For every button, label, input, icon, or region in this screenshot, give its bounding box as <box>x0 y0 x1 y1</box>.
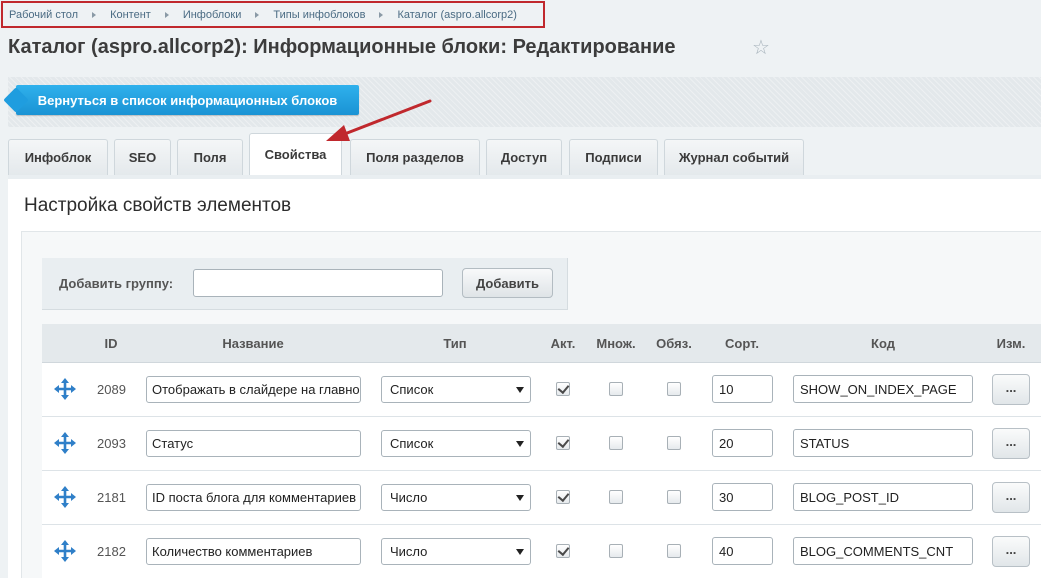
code-input[interactable]: STATUS <box>793 429 973 457</box>
drag-handle-icon[interactable] <box>53 485 77 509</box>
breadcrumb-item-infoblocks[interactable]: Инфоблоки <box>183 9 242 21</box>
add-group-button[interactable]: Добавить <box>462 268 553 298</box>
cell-id: 2089 <box>97 382 126 397</box>
tab-captions[interactable]: Подписи <box>569 139 658 175</box>
edit-property-button[interactable]: ... <box>992 536 1030 567</box>
sort-input[interactable]: 20 <box>712 429 773 457</box>
cell-id: 2181 <box>97 490 126 505</box>
header-id: ID <box>104 336 118 351</box>
required-checkbox[interactable] <box>667 490 681 504</box>
drag-handle-icon[interactable] <box>53 539 77 563</box>
breadcrumb-item-infoblock-types[interactable]: Типы инфоблоков <box>273 9 365 21</box>
property-type-value: Число <box>390 544 428 559</box>
table-header: ID Название Тип Акт. Множ. Обяз. Сорт. К… <box>42 324 1041 363</box>
edit-property-button[interactable]: ... <box>992 428 1030 459</box>
tab-seo[interactable]: SEO <box>114 139 171 175</box>
tab-bar: Инфоблок SEO Поля Свойства Поля разделов… <box>8 133 1041 180</box>
multiple-checkbox[interactable] <box>609 382 623 396</box>
sort-input[interactable]: 30 <box>712 483 773 511</box>
required-checkbox[interactable] <box>667 382 681 396</box>
multiple-checkbox[interactable] <box>609 544 623 558</box>
property-type-select[interactable]: Список <box>381 430 531 457</box>
annotation-arrow-icon <box>326 99 432 141</box>
multiple-checkbox[interactable] <box>609 436 623 450</box>
header-code: Код <box>871 336 895 351</box>
table-row: 2093 Статус Список 20 STATUS... <box>42 417 1041 471</box>
drag-handle-icon[interactable] <box>53 377 77 401</box>
chevron-down-icon <box>516 387 524 393</box>
header-name: Название <box>222 336 284 351</box>
sort-input[interactable]: 10 <box>712 375 773 403</box>
cell-id: 2093 <box>97 436 126 451</box>
breadcrumb-separator-icon <box>92 11 97 18</box>
tab-fields[interactable]: Поля <box>177 139 243 175</box>
tab-access[interactable]: Доступ <box>486 139 562 175</box>
breadcrumb-separator-icon <box>379 11 384 18</box>
property-type-select[interactable]: Список <box>381 376 531 403</box>
breadcrumb-item-content[interactable]: Контент <box>110 9 151 21</box>
header-sort: Сорт. <box>725 336 759 351</box>
breadcrumb-separator-icon <box>164 11 169 18</box>
add-group-input[interactable] <box>193 269 443 297</box>
active-checkbox[interactable] <box>556 544 570 558</box>
add-group-label: Добавить группу: <box>59 276 174 291</box>
properties-table: ID Название Тип Акт. Множ. Обяз. Сорт. К… <box>42 324 1041 578</box>
section-title: Настройка свойств элементов <box>24 195 292 216</box>
chevron-down-icon <box>516 549 524 555</box>
property-name-input[interactable]: Отображать в слайдере на главной <box>146 376 361 403</box>
back-to-list-button[interactable]: Вернуться в список информационных блоков <box>16 85 359 115</box>
property-type-value: Число <box>390 490 428 505</box>
property-type-select[interactable]: Число <box>381 484 531 511</box>
sort-input[interactable]: 40 <box>712 537 773 565</box>
edit-property-button[interactable]: ... <box>992 482 1030 513</box>
drag-handle-icon[interactable] <box>53 431 77 455</box>
table-row: 2181 ID поста блога для комментариев Число… <box>42 471 1041 525</box>
property-name-input[interactable]: Количество комментариев <box>146 538 361 565</box>
table-row: 2089 Отображать в слайдере на главной Спис… <box>42 363 1041 417</box>
header-edit: Изм. <box>996 336 1026 351</box>
chevron-down-icon <box>516 441 524 447</box>
active-checkbox[interactable] <box>556 436 570 450</box>
required-checkbox[interactable] <box>667 436 681 450</box>
header-active: Акт. <box>550 336 576 351</box>
tab-event-log[interactable]: Журнал событий <box>664 139 804 175</box>
table-row: 2182 Количество комментариев Число 40 BLOG_C… <box>42 525 1041 578</box>
property-type-value: Список <box>390 436 434 451</box>
header-multiple: Множ. <box>596 336 636 351</box>
tab-infoblock[interactable]: Инфоблок <box>8 139 108 175</box>
header-type: Тип <box>443 336 467 351</box>
breadcrumb-separator-icon <box>255 11 260 18</box>
star-icon[interactable]: ☆ <box>752 38 770 58</box>
code-input[interactable]: BLOG_POST_ID <box>793 483 973 511</box>
property-type-select[interactable]: Число <box>381 538 531 565</box>
chevron-down-icon <box>516 495 524 501</box>
cell-id: 2182 <box>97 544 126 559</box>
back-button-label: Вернуться в список информационных блоков <box>37 92 338 108</box>
property-name-input[interactable]: Статус <box>146 430 361 457</box>
code-input[interactable]: BLOG_COMMENTS_CNT <box>793 537 973 565</box>
code-input[interactable]: SHOW_ON_INDEX_PAGE <box>793 375 973 403</box>
active-checkbox[interactable] <box>556 382 570 396</box>
property-name-input[interactable]: ID поста блога для комментариев <box>146 484 361 511</box>
breadcrumb: Рабочий стол Контент Инфоблоки Типы инфо… <box>1 1 545 28</box>
edit-property-button[interactable]: ... <box>992 374 1030 405</box>
property-type-value: Список <box>390 382 434 397</box>
header-required: Обяз. <box>656 336 692 351</box>
required-checkbox[interactable] <box>667 544 681 558</box>
multiple-checkbox[interactable] <box>609 490 623 504</box>
page-title: Каталог (aspro.allcorp2): Информационные… <box>8 36 676 58</box>
breadcrumb-item-catalog[interactable]: Каталог (aspro.allcorp2) <box>397 9 516 21</box>
active-checkbox[interactable] <box>556 490 570 504</box>
breadcrumb-item-desktop[interactable]: Рабочий стол <box>9 9 78 21</box>
